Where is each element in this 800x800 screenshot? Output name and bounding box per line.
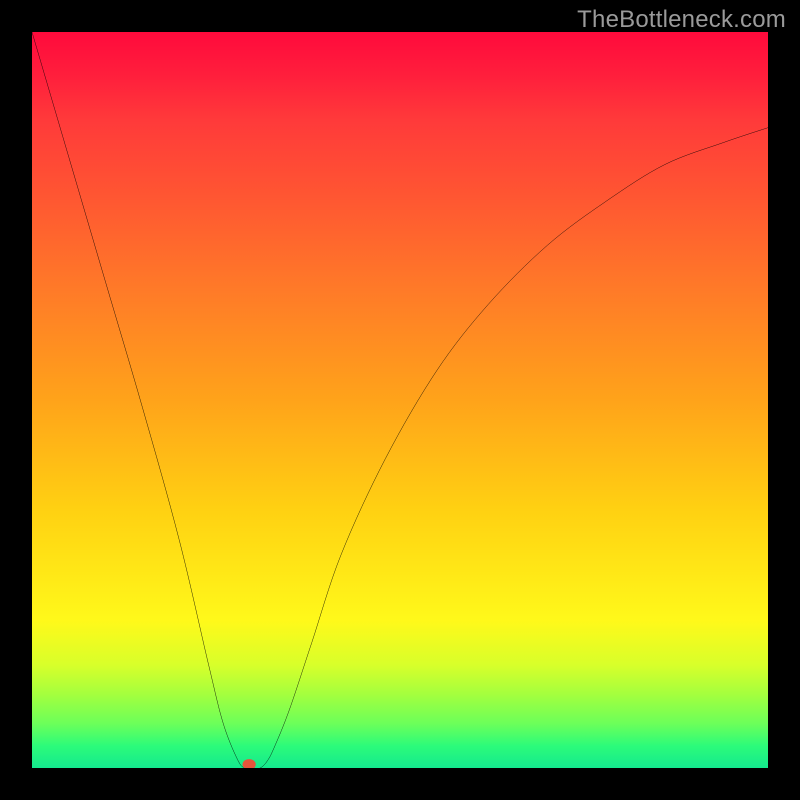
bottleneck-curve-line [32,32,768,768]
chart-frame: TheBottleneck.com [0,0,800,800]
optimal-point-marker [242,759,255,768]
bottleneck-curve-chart [32,32,768,768]
watermark-text: TheBottleneck.com [577,6,786,34]
